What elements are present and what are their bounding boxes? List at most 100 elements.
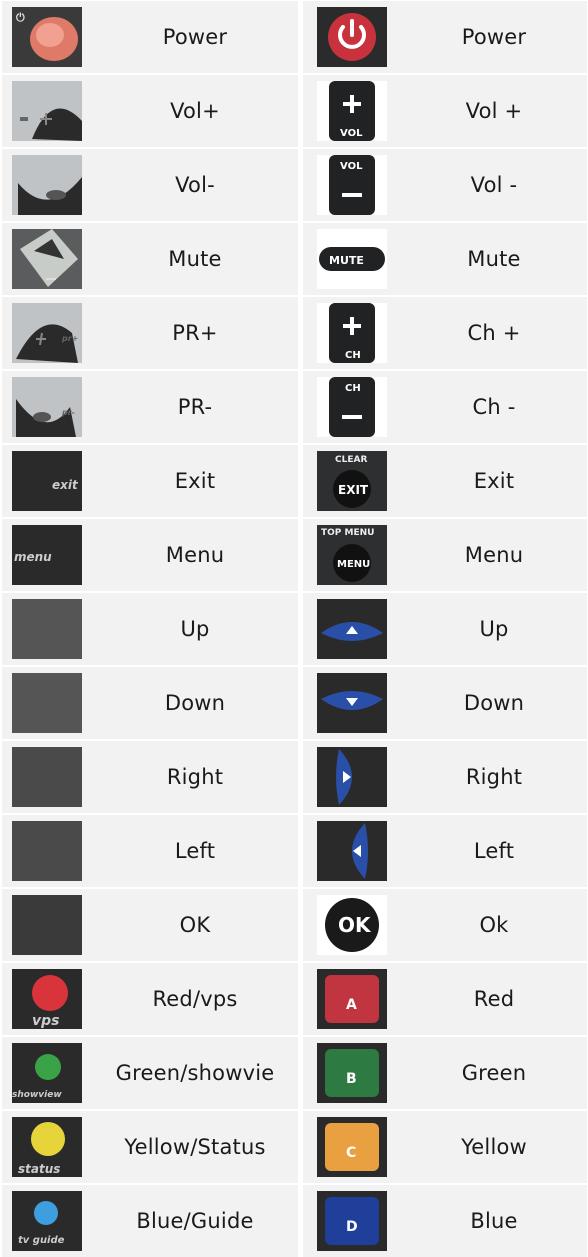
button-label: Green <box>461 1061 527 1085</box>
ch-up-new-icon: CH <box>317 303 387 363</box>
table-cell: Left <box>2 815 298 887</box>
svg-text:status: status <box>18 1162 60 1176</box>
button-label: PR- <box>177 395 213 419</box>
table-cell: OK <box>2 889 298 961</box>
table-cell: menu Menu <box>2 519 298 591</box>
svg-text:showview: showview <box>12 1090 62 1100</box>
ch-down-new-icon: CH <box>317 377 387 437</box>
table-cell: Right <box>2 741 298 813</box>
button-label: Menu <box>464 543 524 567</box>
button-label: Mute <box>168 247 222 271</box>
table-cell: Vol- <box>2 149 298 221</box>
table-cell: Mute <box>2 223 298 295</box>
svg-text:tv guide: tv guide <box>18 1235 65 1246</box>
blue-old-icon: tv guide <box>12 1191 82 1251</box>
button-label: Vol + <box>465 99 523 123</box>
button-label: Up <box>479 617 509 641</box>
button-label: Down <box>463 691 525 715</box>
button-label: Red <box>473 987 515 1011</box>
vol-up-new-icon: VOL <box>317 81 387 141</box>
down-old-icon <box>12 673 82 733</box>
svg-text:VOL: VOL <box>340 128 363 139</box>
vol-down-new-icon: VOL <box>317 155 387 215</box>
table-cell: CH Ch + <box>303 297 587 369</box>
down-new-icon <box>317 673 387 733</box>
button-label: Right <box>166 765 224 789</box>
table-cell: OK Ok <box>303 889 587 961</box>
svg-text:vps: vps <box>32 1013 59 1029</box>
red-new-icon: A <box>317 969 387 1029</box>
svg-text:B: B <box>346 1071 357 1087</box>
button-label: Power <box>162 25 228 49</box>
svg-text:CLEAR: CLEAR <box>335 455 367 465</box>
table-cell: Vol+ <box>2 75 298 147</box>
table-cell: Up <box>303 593 587 665</box>
table-cell: tv guide Blue/Guide <box>2 1185 298 1257</box>
green-new-icon: B <box>317 1043 387 1103</box>
table-cell: Down <box>2 667 298 739</box>
table-cell: Power <box>303 1 587 73</box>
button-label: Left <box>174 839 216 863</box>
menu-old-icon: menu <box>12 525 82 585</box>
svg-text:exit: exit <box>52 478 79 492</box>
button-label: Power <box>461 25 527 49</box>
svg-text:VOL: VOL <box>340 161 363 172</box>
svg-text:A: A <box>346 997 357 1013</box>
pr-up-old-icon: pr+ <box>12 303 82 363</box>
pr-down-old-icon: pr- <box>12 377 82 437</box>
table-cell: A Red <box>303 963 587 1035</box>
button-label: Red/vps <box>152 987 238 1011</box>
button-label: PR+ <box>172 321 218 345</box>
exit-old-icon: exit <box>12 451 82 511</box>
table-cell: Down <box>303 667 587 739</box>
up-new-icon <box>317 599 387 659</box>
svg-text:OK: OK <box>338 913 372 937</box>
exit-new-icon: CLEAR EXIT <box>317 451 387 511</box>
power-button-new-icon <box>317 7 387 67</box>
table-cell: exit Exit <box>2 445 298 517</box>
svg-text:C: C <box>346 1145 356 1161</box>
svg-text:TOP MENU: TOP MENU <box>321 528 374 538</box>
button-label: Yellow/Status <box>124 1135 266 1159</box>
svg-text:⏻: ⏻ <box>16 11 25 24</box>
right-old-icon <box>12 747 82 807</box>
button-label: Menu <box>165 543 225 567</box>
table-cell: B Green <box>303 1037 587 1109</box>
svg-text:pr-: pr- <box>61 408 75 417</box>
mute-old-icon <box>12 229 82 289</box>
button-label: Vol- <box>175 173 215 197</box>
button-label: Right <box>465 765 523 789</box>
button-label: Exit <box>473 469 515 493</box>
button-label: Down <box>164 691 226 715</box>
ok-old-icon <box>12 895 82 955</box>
svg-text:CH: CH <box>345 383 361 394</box>
table-cell: Up <box>2 593 298 665</box>
svg-text:MUTE: MUTE <box>329 254 364 267</box>
menu-new-icon: TOP MENU MENU <box>317 525 387 585</box>
table-cell: Left <box>303 815 587 887</box>
vol-down-old-icon <box>12 155 82 215</box>
button-label: OK <box>179 913 211 937</box>
button-label: Blue <box>470 1209 518 1233</box>
button-label: Exit <box>174 469 216 493</box>
svg-text:menu: menu <box>14 550 52 564</box>
vol-up-old-icon <box>12 81 82 141</box>
table-cell: C Yellow <box>303 1111 587 1183</box>
button-label: Ch + <box>467 321 521 345</box>
table-cell: pr+ PR+ <box>2 297 298 369</box>
table-cell: vps Red/vps <box>2 963 298 1035</box>
green-old-icon: showview <box>12 1043 82 1103</box>
button-label: Ch - <box>472 395 516 419</box>
button-label: Ok <box>479 913 509 937</box>
table-cell: CH Ch - <box>303 371 587 443</box>
button-label: Up <box>180 617 210 641</box>
remote-button-table: ⏻ Power Power Vol+ VOL Vol + Vol- VOL Vol - Mute M… <box>0 0 588 1257</box>
table-cell: TOP MENU MENU Menu <box>303 519 587 591</box>
yellow-old-icon: status <box>12 1117 82 1177</box>
svg-text:MENU: MENU <box>337 559 370 570</box>
table-cell: pr- PR- <box>2 371 298 443</box>
blue-new-icon: D <box>317 1191 387 1251</box>
table-cell: Right <box>303 741 587 813</box>
table-cell: MUTE Mute <box>303 223 587 295</box>
table-cell: VOL Vol + <box>303 75 587 147</box>
